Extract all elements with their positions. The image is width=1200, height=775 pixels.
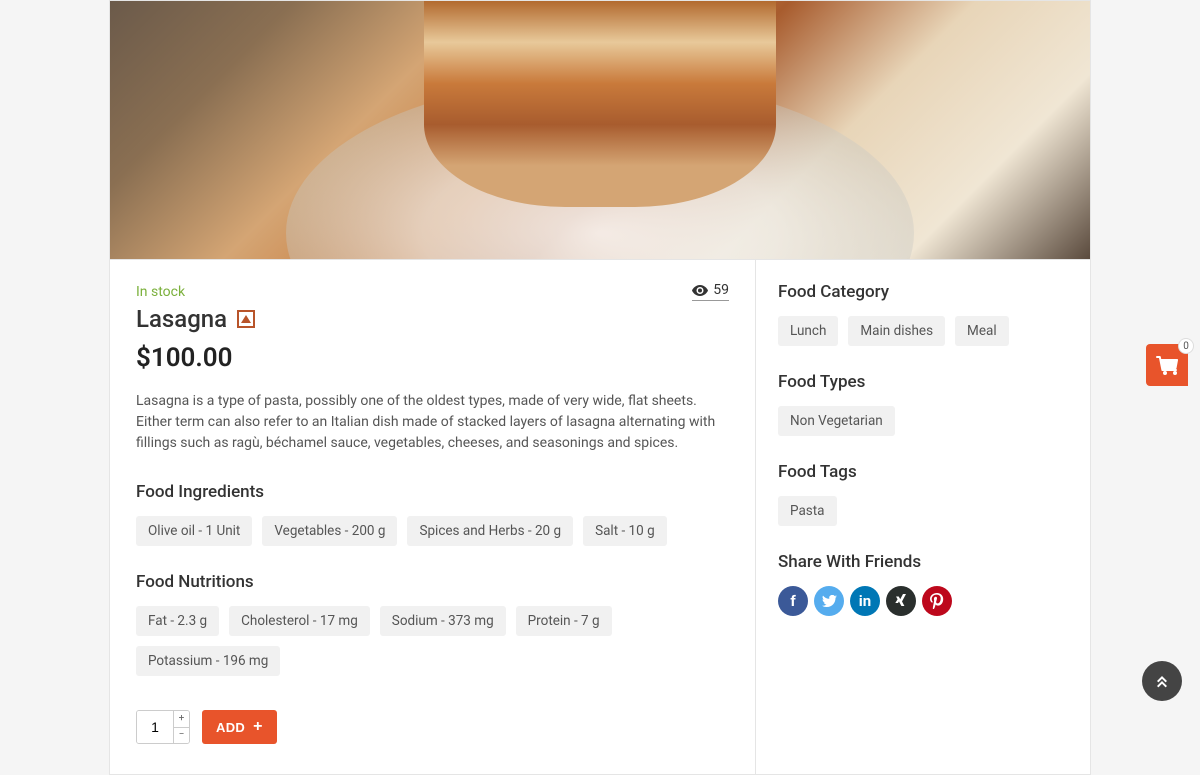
nutritions-heading: Food Nutritions: [136, 572, 729, 592]
nutrition-tag: Potassium - 196 mg: [136, 646, 280, 676]
nutrition-tag: Cholesterol - 17 mg: [229, 606, 370, 636]
eye-icon: [692, 285, 708, 296]
add-to-cart-button[interactable]: ADD +: [202, 710, 277, 744]
product-hero-image: [110, 1, 1090, 259]
share-twitter-button[interactable]: [814, 586, 844, 616]
category-tag[interactable]: Main dishes: [848, 316, 945, 346]
food-category-section: Food Category Lunch Main dishes Meal: [778, 282, 1068, 346]
plus-icon: +: [253, 719, 263, 735]
quantity-down-button[interactable]: −: [174, 728, 189, 744]
chevron-up-icon: [1155, 674, 1169, 688]
food-tags-list: Pasta: [778, 496, 1068, 526]
food-tag[interactable]: Pasta: [778, 496, 837, 526]
main-column: In stock 59 Lasagna $100.00 Lasagna is a…: [110, 260, 756, 774]
quantity-stepper[interactable]: + −: [136, 710, 190, 744]
quantity-input[interactable]: [137, 711, 173, 743]
share-section: Share With Friends f in: [778, 552, 1068, 616]
food-types-heading: Food Types: [778, 372, 1068, 392]
pinterest-icon: [930, 593, 944, 609]
ingredients-list: Olive oil - 1 Unit Vegetables - 200 g Sp…: [136, 516, 729, 546]
nutrition-tag: Fat - 2.3 g: [136, 606, 219, 636]
add-to-cart-row: + − ADD +: [136, 710, 729, 744]
ingredients-heading: Food Ingredients: [136, 482, 729, 502]
food-types-section: Food Types Non Vegetarian: [778, 372, 1068, 436]
content-row: In stock 59 Lasagna $100.00 Lasagna is a…: [110, 259, 1090, 774]
share-xing-button[interactable]: [886, 586, 916, 616]
add-button-label: ADD: [216, 720, 245, 735]
twitter-icon: [822, 595, 837, 607]
product-title-row: Lasagna: [136, 305, 729, 333]
xing-icon: [894, 594, 908, 608]
ingredient-tag: Salt - 10 g: [583, 516, 667, 546]
share-heading: Share With Friends: [778, 552, 1068, 572]
category-tag[interactable]: Lunch: [778, 316, 838, 346]
nutritions-list: Fat - 2.3 g Cholesterol - 17 mg Sodium -…: [136, 606, 729, 676]
cart-icon: [1156, 355, 1178, 375]
food-tags-section: Food Tags Pasta: [778, 462, 1068, 526]
cart-count-badge: 0: [1178, 338, 1194, 354]
food-category-heading: Food Category: [778, 282, 1068, 302]
stock-label: In stock: [136, 284, 185, 300]
share-linkedin-button[interactable]: in: [850, 586, 880, 616]
ingredient-tag: Vegetables - 200 g: [262, 516, 397, 546]
food-tags-heading: Food Tags: [778, 462, 1068, 482]
share-facebook-button[interactable]: f: [778, 586, 808, 616]
ingredient-tag: Spices and Herbs - 20 g: [407, 516, 573, 546]
share-pinterest-button[interactable]: [922, 586, 952, 616]
food-types-list: Non Vegetarian: [778, 406, 1068, 436]
stock-row: In stock 59: [136, 282, 729, 301]
product-description: Lasagna is a type of pasta, possibly one…: [136, 391, 729, 454]
nutrition-tag: Sodium - 373 mg: [380, 606, 506, 636]
linkedin-icon: in: [859, 592, 871, 610]
scroll-to-top-button[interactable]: [1142, 661, 1182, 701]
quantity-arrows: + −: [173, 711, 189, 743]
share-buttons: f in: [778, 586, 1068, 616]
view-count-value: 59: [713, 282, 729, 298]
food-category-list: Lunch Main dishes Meal: [778, 316, 1068, 346]
floating-cart-button[interactable]: 0: [1146, 344, 1188, 386]
sidebar: Food Category Lunch Main dishes Meal Foo…: [756, 260, 1090, 774]
quantity-up-button[interactable]: +: [174, 711, 189, 728]
facebook-icon: f: [790, 592, 795, 610]
product-title: Lasagna: [136, 305, 227, 333]
nutrition-tag: Protein - 7 g: [516, 606, 612, 636]
type-tag[interactable]: Non Vegetarian: [778, 406, 895, 436]
view-count: 59: [692, 282, 729, 301]
product-price: $100.00: [136, 343, 729, 373]
category-tag[interactable]: Meal: [955, 316, 1009, 346]
ingredient-tag: Olive oil - 1 Unit: [136, 516, 252, 546]
product-card: In stock 59 Lasagna $100.00 Lasagna is a…: [109, 0, 1091, 775]
non-veg-badge-icon: [237, 310, 255, 328]
